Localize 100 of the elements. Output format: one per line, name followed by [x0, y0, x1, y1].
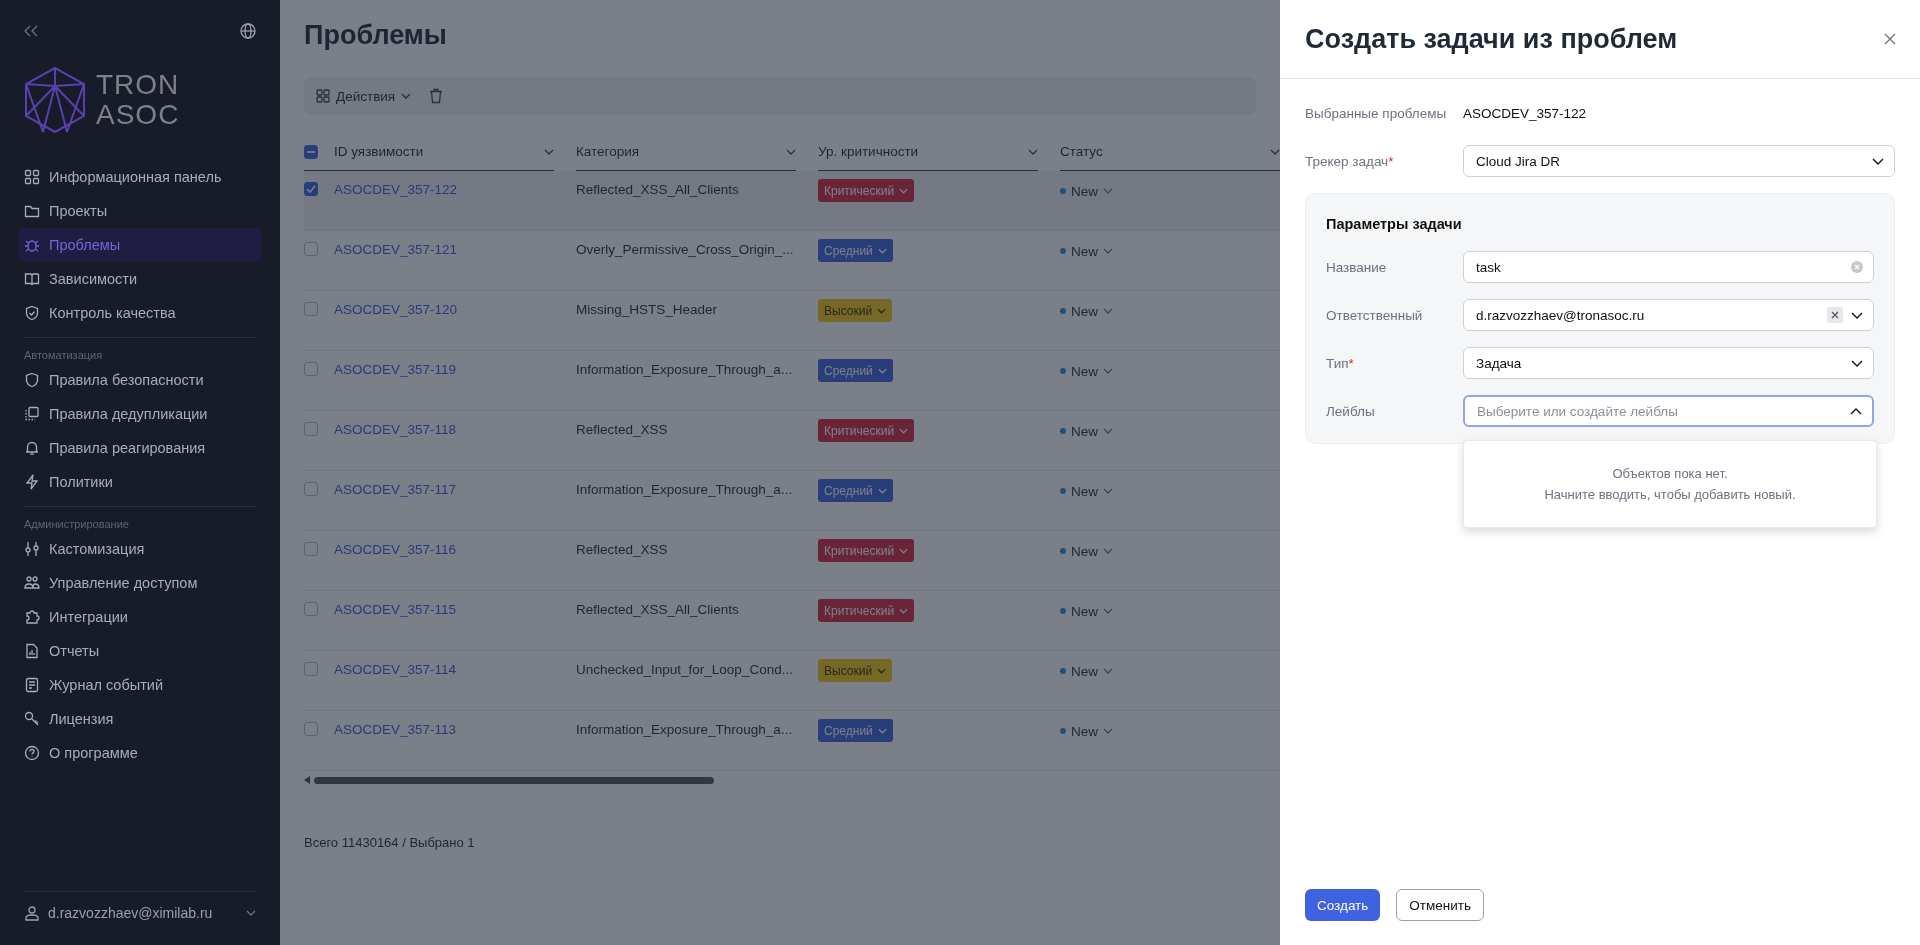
row-checkbox[interactable]	[304, 422, 318, 436]
issue-link[interactable]: ASOCDEV_357-116	[334, 542, 457, 557]
severity-dropdown[interactable]: Средний	[818, 359, 893, 382]
status-dropdown[interactable]: New	[1060, 603, 1113, 619]
nav-item[interactable]: Зависимости	[18, 262, 262, 296]
issue-link[interactable]: ASOCDEV_357-117	[334, 482, 457, 497]
severity-dropdown[interactable]: Критический	[818, 179, 915, 202]
severity-dropdown[interactable]: Средний	[818, 719, 893, 742]
nav-item[interactable]: Интеграции	[18, 600, 262, 634]
status-dropdown[interactable]: New	[1060, 303, 1113, 319]
chevron-down-icon	[899, 427, 909, 434]
table-row[interactable]: ASOCDEV_357-122 Reflected_XSS_All_Clients Критический New	[304, 171, 1280, 231]
nav-item[interactable]: Информационная панель	[18, 160, 262, 194]
status-dropdown[interactable]: New	[1060, 723, 1113, 739]
field-label: Название	[1326, 259, 1388, 275]
row-checkbox[interactable]	[304, 362, 318, 376]
chevron-down-icon	[877, 307, 887, 314]
nav-item[interactable]: Проекты	[18, 194, 262, 228]
nav-icon	[24, 745, 40, 761]
title-field[interactable]: task	[1463, 251, 1874, 283]
issue-link[interactable]: ASOCDEV_357-122	[334, 182, 458, 197]
row-checkbox[interactable]	[304, 302, 318, 316]
nav-icon	[24, 203, 40, 219]
nav-item[interactable]: Журнал событий	[18, 668, 262, 702]
user-menu[interactable]: d.razvozzhaev@ximilab.ru	[18, 899, 262, 945]
nav-item[interactable]: Проблемы	[18, 228, 262, 262]
row-checkbox[interactable]	[304, 722, 318, 736]
status-dropdown[interactable]: New	[1060, 483, 1113, 499]
tracker-select[interactable]: Cloud Jira DR	[1463, 145, 1895, 177]
table-cell: Information_Exposure_Through_a...	[576, 722, 793, 737]
row-checkbox[interactable]	[304, 242, 318, 256]
total-count: Всего 11430164 / Выбрано 1	[304, 835, 476, 850]
nav-item[interactable]: Кастомизация	[18, 532, 262, 566]
severity-dropdown[interactable]: Критический	[818, 539, 915, 562]
scrollbar-thumb[interactable]	[314, 776, 714, 784]
severity-dropdown[interactable]: Высокий	[818, 659, 893, 682]
nav-icon	[24, 305, 40, 321]
actions-button[interactable]: Действия	[316, 88, 412, 104]
page-title: Проблемы	[304, 20, 448, 51]
status-dropdown[interactable]: New	[1060, 543, 1113, 559]
nav-item[interactable]: Контроль качества	[18, 296, 262, 330]
status-dropdown[interactable]: New	[1060, 183, 1113, 199]
severity-dropdown[interactable]: Средний	[818, 239, 893, 262]
close-icon[interactable]	[1884, 33, 1896, 45]
nav-item[interactable]: Правила реагирования	[18, 431, 262, 465]
check-icon	[306, 185, 316, 193]
status-dropdown[interactable]: New	[1060, 363, 1113, 379]
severity-dropdown[interactable]: Средний	[818, 479, 893, 502]
chevron-down-icon	[1851, 311, 1863, 319]
table-cell: Information_Exposure_Through_a...	[576, 362, 793, 377]
status-dropdown[interactable]: New	[1060, 663, 1113, 679]
minus-icon	[307, 150, 315, 153]
nav-item[interactable]: Политики	[18, 465, 262, 499]
scroll-left-icon[interactable]	[304, 776, 310, 784]
issue-link[interactable]: ASOCDEV_357-114	[334, 662, 457, 677]
select-field[interactable]: Задача	[1463, 347, 1874, 379]
labels-select[interactable]: Выберите или создайте лейблы	[1463, 395, 1874, 427]
issue-link[interactable]: ASOCDEV_357-121	[334, 242, 458, 257]
row-checkbox[interactable]	[304, 542, 318, 556]
select-field[interactable]: d.razvozzhaev@tronasoc.ru	[1463, 299, 1874, 331]
section-heading: Автоматизация	[23, 348, 104, 363]
user-icon	[24, 905, 40, 921]
row-checkbox[interactable]	[304, 482, 318, 496]
issue-link[interactable]: ASOCDEV_357-113	[334, 722, 457, 737]
issue-link[interactable]: ASOCDEV_357-118	[334, 422, 457, 437]
issue-link[interactable]: ASOCDEV_357-115	[334, 602, 457, 617]
chevron-down-icon	[1270, 148, 1280, 155]
row-checkbox[interactable]	[304, 662, 318, 676]
create-button[interactable]: Создать	[1305, 889, 1381, 921]
table-cell: Missing_HSTS_Header	[576, 302, 718, 317]
row-checkbox[interactable]	[304, 182, 318, 196]
clear-icon[interactable]	[1827, 307, 1843, 323]
nav-item[interactable]: Отчеты	[18, 634, 262, 668]
table-cell: Reflected_XSS	[576, 542, 668, 557]
issue-link[interactable]: ASOCDEV_357-119	[334, 362, 457, 377]
issue-link[interactable]: ASOCDEV_357-120	[334, 302, 458, 317]
nav-item[interactable]: О программе	[18, 736, 262, 770]
empty-message: Объектов пока нет.	[1612, 466, 1728, 481]
dialog-title: Создать задачи из проблем	[1305, 23, 1678, 55]
nav-item[interactable]: Управление доступом	[18, 566, 262, 600]
trash-icon[interactable]	[429, 88, 444, 104]
cube-logo-icon	[24, 66, 86, 134]
status-dropdown[interactable]: New	[1060, 423, 1113, 439]
nav-icon	[24, 271, 40, 287]
collapse-icon[interactable]	[24, 25, 38, 37]
chevron-down-icon	[1103, 428, 1113, 434]
nav-icon	[24, 169, 40, 185]
nav-item[interactable]: Правила дедупликации	[18, 397, 262, 431]
table-cell: Information_Exposure_Through_a...	[576, 482, 793, 497]
chevron-down-icon	[1103, 188, 1113, 194]
severity-dropdown[interactable]: Высокий	[818, 299, 893, 322]
row-checkbox[interactable]	[304, 602, 318, 616]
status-dropdown[interactable]: New	[1060, 243, 1113, 259]
cancel-button[interactable]: Отменить	[1396, 889, 1484, 921]
select-all-checkbox[interactable]	[304, 144, 318, 159]
severity-dropdown[interactable]: Критический	[818, 599, 915, 622]
nav-item[interactable]: Лицензия	[18, 702, 262, 736]
severity-dropdown[interactable]: Критический	[818, 419, 915, 442]
nav-item[interactable]: Правила безопасности	[18, 363, 262, 397]
globe-icon[interactable]	[240, 23, 256, 39]
